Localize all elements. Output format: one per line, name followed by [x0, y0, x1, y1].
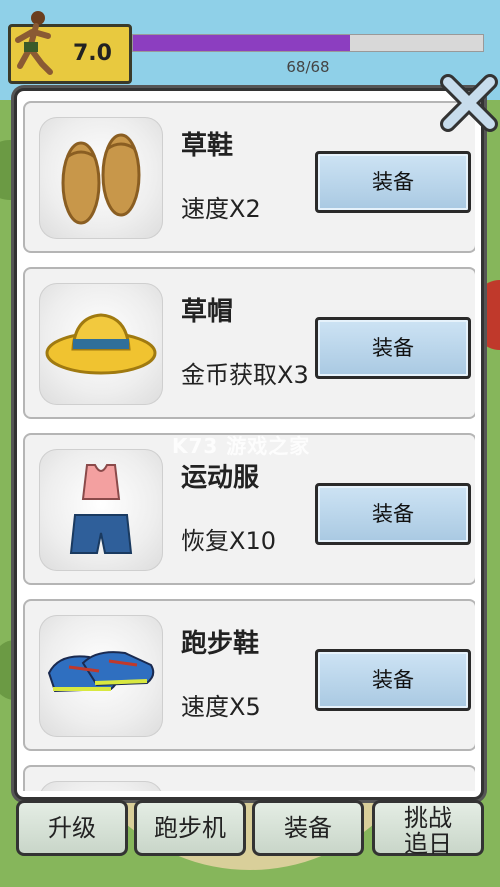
progress-fill [133, 35, 350, 51]
straw-sandals-icon [39, 117, 163, 239]
item-name: 跑步鞋 [181, 629, 260, 659]
level-value: 7.0 [73, 41, 112, 66]
equip-button[interactable]: 装备 [315, 483, 471, 545]
equip-button[interactable]: 装备 [315, 317, 471, 379]
item-effect: 速度X2 [181, 195, 261, 223]
straw-hat-icon [39, 283, 163, 405]
partial-item-icon [39, 781, 163, 791]
list-item: 草帽 金币获取X3 装备 [23, 267, 475, 419]
challenge-label-line1: 挑战 [404, 804, 452, 832]
challenge-label-line2: 追日 [404, 830, 452, 858]
item-name: 运动服 [181, 463, 260, 493]
upgrade-button[interactable]: 升级 [16, 800, 128, 856]
list-item [23, 765, 475, 791]
progress-bar [132, 34, 484, 52]
sportswear-icon [39, 449, 163, 571]
close-icon[interactable] [438, 72, 500, 134]
item-effect: 恢复X10 [181, 527, 276, 555]
treadmill-button[interactable]: 跑步机 [134, 800, 246, 856]
item-effect: 金币获取X3 [181, 361, 309, 389]
hp-counter: 68/68 [286, 58, 330, 76]
challenge-button[interactable]: 挑战 追日 [372, 800, 484, 858]
watermark: K73 游戏之家 [172, 434, 311, 458]
equipment-button[interactable]: 装备 [252, 800, 364, 856]
equip-button[interactable]: 装备 [315, 151, 471, 213]
item-name: 草鞋 [181, 131, 234, 161]
item-effect: 速度X5 [181, 693, 261, 721]
running-shoes-icon [39, 615, 163, 737]
equip-button[interactable]: 装备 [315, 649, 471, 711]
item-name: 草帽 [181, 297, 234, 327]
runner-avatar-icon [15, 11, 53, 75]
list-item: 草鞋 速度X2 装备 [23, 101, 475, 253]
list-item: 跑步鞋 速度X5 装备 [23, 599, 475, 751]
